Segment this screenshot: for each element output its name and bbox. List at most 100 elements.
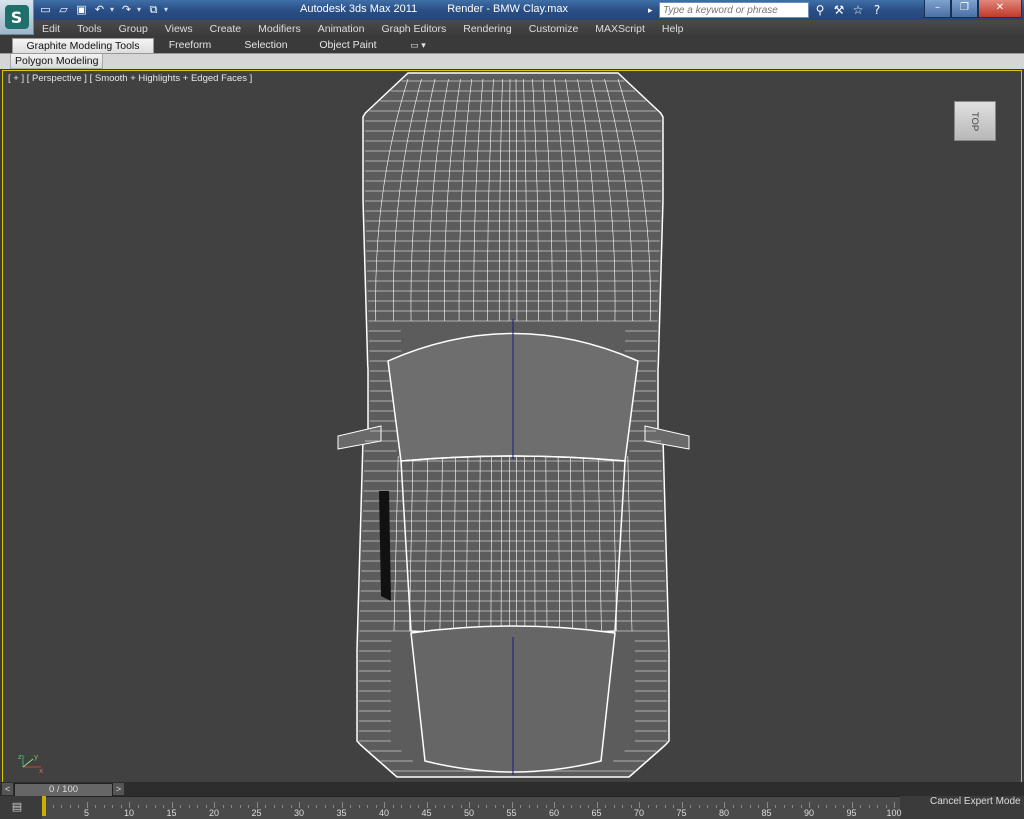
tick-label: 90 [803, 808, 815, 818]
car-wireframe-model[interactable] [3, 71, 1021, 782]
quick-access-toolbar: ▭ ▱ ▣ ↶ ▾ ↷ ▾ ⧉ ▾ [38, 2, 170, 18]
menu-edit[interactable]: Edit [33, 23, 68, 35]
tick-mark [715, 805, 717, 808]
ribbon-minimize-icon[interactable]: ▭ ▾ [404, 38, 432, 53]
tab-selection[interactable]: Selection [236, 38, 296, 53]
menu-rendering[interactable]: Rendering [454, 23, 519, 35]
tick-mark [197, 805, 198, 808]
binoculars-icon[interactable]: ⚲ [812, 3, 828, 17]
menu-graph-editors[interactable]: Graph Editors [372, 23, 454, 35]
tick-mark [435, 805, 436, 808]
time-cursor[interactable] [42, 796, 46, 816]
tick-label: 80 [718, 808, 730, 818]
frame-counter[interactable]: 0 / 100 [14, 783, 113, 797]
tick-mark [894, 802, 895, 808]
tick-mark [273, 805, 275, 808]
next-frame-button[interactable]: > [113, 783, 124, 795]
tick-mark [452, 805, 453, 808]
tick-mark [129, 802, 130, 808]
tab-graphite-modeling-tools[interactable]: Graphite Modeling Tools [12, 38, 154, 54]
tick-label: 70 [633, 808, 645, 818]
tick-label: 95 [846, 808, 857, 818]
tick-mark [732, 805, 734, 808]
tick-mark [749, 805, 751, 808]
tick-mark [341, 802, 343, 808]
tick-mark [724, 802, 725, 808]
menu-group[interactable]: Group [110, 23, 156, 35]
tick-mark [860, 805, 861, 808]
menu-views[interactable]: Views [156, 23, 201, 35]
tick-label: 45 [421, 808, 432, 818]
tab-object-paint[interactable]: Object Paint [310, 38, 386, 53]
undo-icon[interactable]: ↶ [92, 2, 107, 17]
menu-customize[interactable]: Customize [520, 23, 587, 35]
polygon-modeling-panel[interactable]: Polygon Modeling [10, 54, 104, 69]
cancel-expert-mode-button[interactable]: Cancel Expert Mode [930, 796, 1021, 818]
infocenter-toggle-icon[interactable]: ▸ [648, 5, 656, 16]
tick-mark [367, 805, 368, 808]
tick-mark [817, 805, 819, 808]
tab-freeform[interactable]: Freeform [160, 38, 220, 53]
help-icon[interactable]: ? [869, 3, 885, 17]
tick-mark [146, 805, 147, 808]
axis-tripod-icon: z y x [18, 753, 43, 773]
ribbon-panel: Polygon Modeling [0, 53, 1024, 69]
star-icon[interactable]: ☆ [850, 3, 866, 17]
viewcube[interactable]: TOP [954, 101, 996, 141]
minimize-button[interactable]: – [924, 0, 951, 18]
menu-help[interactable]: Help [653, 23, 692, 35]
tick-mark [766, 802, 768, 808]
tick-mark [545, 805, 547, 808]
tick-mark [613, 805, 615, 808]
search-input[interactable] [659, 2, 809, 18]
menu-modifiers[interactable]: Modifiers [249, 23, 309, 35]
application-menu-button[interactable]: S [0, 0, 34, 35]
tick-mark [511, 802, 513, 808]
window-controls: – ❐ ✕ [924, 0, 1022, 18]
tick-mark [698, 805, 700, 808]
redo-icon[interactable]: ↷ [119, 2, 134, 17]
redo-dropdown-icon[interactable]: ▾ [137, 2, 143, 18]
tick-mark [562, 805, 564, 808]
menu-create[interactable]: Create [201, 23, 250, 35]
prev-frame-button[interactable]: < [2, 783, 13, 795]
tick-mark [375, 805, 377, 808]
tick-mark [282, 805, 283, 808]
tick-mark [639, 802, 640, 808]
time-slider[interactable]: < 0 / 100 > [0, 782, 1024, 797]
close-button[interactable]: ✕ [978, 0, 1022, 18]
tick-label: 20 [208, 808, 220, 818]
tick-mark [248, 805, 249, 808]
perspective-viewport[interactable]: [ + ] [ Perspective ] [ Smooth + Highlig… [2, 70, 1022, 783]
tick-mark [222, 805, 224, 808]
tick-mark [307, 805, 309, 808]
undo-dropdown-icon[interactable]: ▾ [110, 2, 116, 18]
menu-animation[interactable]: Animation [309, 23, 373, 35]
tick-mark [494, 805, 496, 808]
tick-mark [171, 802, 173, 808]
tick-mark [350, 805, 351, 808]
ribbon-tabs: Graphite Modeling Tools Freeform Selecti… [0, 37, 1024, 54]
tick-mark [596, 802, 598, 808]
tick-mark [418, 805, 419, 808]
tick-mark [256, 802, 258, 808]
restore-button[interactable]: ❐ [951, 0, 978, 18]
wrench-icon[interactable]: ⚒ [831, 3, 847, 17]
tick-mark [239, 805, 241, 808]
tick-mark [409, 805, 411, 808]
menu-tools[interactable]: Tools [68, 23, 110, 35]
track-ruler[interactable]: 5 10 15 20 25 30 35 40 45 50 55 60 65 70 75 80 85 90 95 100 [42, 796, 902, 819]
tick-mark [520, 805, 521, 808]
save-icon[interactable]: ▣ [74, 2, 89, 17]
tick-label: 30 [293, 808, 305, 818]
mini-curve-editor-icon[interactable]: ▤ [9, 800, 25, 814]
quick-access-dropdown-icon[interactable]: ▾ [164, 2, 170, 18]
tick-mark [392, 805, 394, 808]
tick-mark [316, 805, 317, 808]
menu-maxscript[interactable]: MAXScript [586, 23, 653, 35]
new-icon[interactable]: ▭ [38, 2, 53, 17]
project-icon[interactable]: ⧉ [146, 2, 161, 17]
tick-mark [503, 805, 504, 808]
open-icon[interactable]: ▱ [56, 2, 71, 17]
tick-mark [834, 805, 836, 808]
